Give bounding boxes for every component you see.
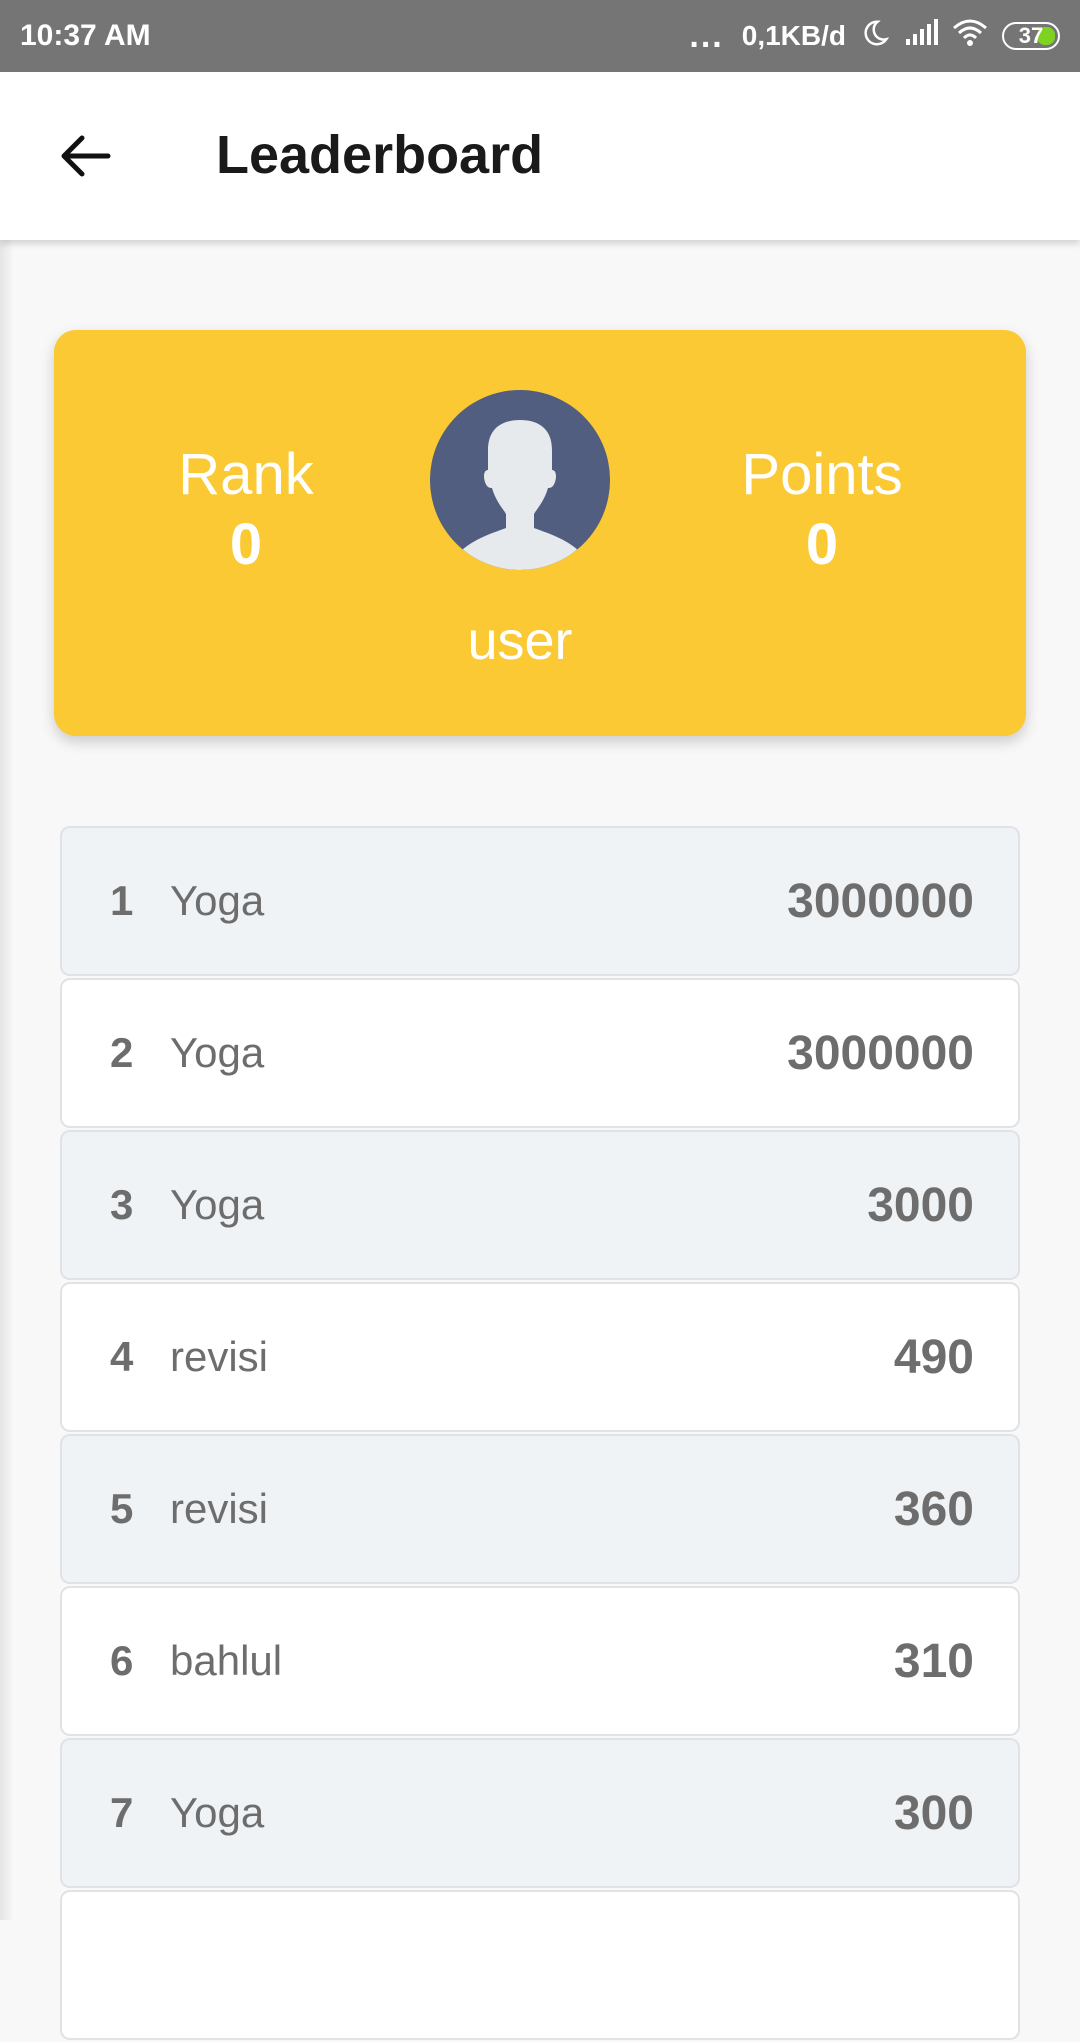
- row-name: Yoga: [170, 1029, 265, 1076]
- status-time: 10:37 AM: [20, 19, 151, 52]
- arrow-back-icon: [61, 135, 111, 177]
- leaderboard-row[interactable]: 7 Yoga 300: [60, 1738, 1020, 1888]
- status-bar: 10:37 AM ... 0,1KB/d 37: [0, 0, 1080, 72]
- user-profile-card: Rank 0 Points 0 user: [54, 330, 1026, 736]
- leaderboard-row[interactable]: 2 Yoga 3000000: [60, 978, 1020, 1128]
- back-button[interactable]: [40, 112, 128, 200]
- battery-level: 37: [1018, 23, 1044, 48]
- points-stat: Points 0: [672, 442, 972, 582]
- more-notifications-icon: ...: [689, 17, 724, 55]
- row-score: 3000000: [787, 874, 974, 928]
- row-score: 360: [893, 1482, 974, 1536]
- leaderboard-row[interactable]: 3 Yoga 3000: [60, 1130, 1020, 1280]
- row-rank: 6: [110, 1637, 134, 1684]
- battery-icon: 37: [1002, 22, 1060, 50]
- leaderboard-row[interactable]: 6 bahlul 310: [60, 1586, 1020, 1736]
- moon-icon: [860, 18, 890, 55]
- row-rank: 1: [110, 877, 134, 924]
- row-name: Yoga: [170, 1789, 265, 1836]
- row-score: 3000: [867, 1178, 974, 1232]
- edge-shadow: [0, 240, 14, 1920]
- row-rank: 7: [110, 1789, 134, 1836]
- row-name: revisi: [170, 1485, 269, 1532]
- leaderboard-row[interactable]: 5 revisi 360: [60, 1434, 1020, 1584]
- row-score: 310: [893, 1634, 974, 1688]
- status-icons: ... 0,1KB/d 37: [689, 18, 1060, 55]
- user-avatar-icon: [430, 390, 610, 570]
- row-name: Yoga: [170, 1181, 265, 1228]
- rank-label: Rank: [178, 442, 314, 507]
- avatar: [430, 390, 610, 570]
- points-label: Points: [741, 442, 903, 507]
- row-name: Yoga: [170, 877, 265, 924]
- wifi-icon: [952, 18, 988, 55]
- row-rank: 4: [110, 1333, 134, 1380]
- signal-icon: [904, 18, 938, 54]
- leaderboard-row[interactable]: 4 revisi 490: [60, 1282, 1020, 1432]
- row-name: bahlul: [170, 1637, 283, 1684]
- row-score: 490: [893, 1330, 974, 1384]
- rank-stat: Rank 0: [96, 442, 396, 582]
- row-rank: 5: [110, 1485, 134, 1532]
- row-name: revisi: [170, 1333, 269, 1380]
- leaderboard-list: 1 Yoga 3000000 2 Yoga 3000000 3 Yoga 300…: [60, 826, 1020, 2042]
- username: user: [467, 611, 573, 671]
- network-speed: 0,1KB/d: [741, 20, 846, 51]
- points-value: 0: [805, 512, 839, 577]
- leaderboard-row[interactable]: 1 Yoga 3000000: [60, 826, 1020, 976]
- row-score: 300: [893, 1786, 974, 1840]
- app-toolbar: Leaderboard: [0, 72, 1080, 240]
- row-rank: 3: [110, 1181, 134, 1228]
- row-rank: 2: [110, 1029, 134, 1076]
- rank-value: 0: [229, 512, 263, 577]
- leaderboard-row[interactable]: [60, 1890, 1020, 2040]
- row-score: 3000000: [787, 1026, 974, 1080]
- page-title: Leaderboard: [216, 125, 544, 185]
